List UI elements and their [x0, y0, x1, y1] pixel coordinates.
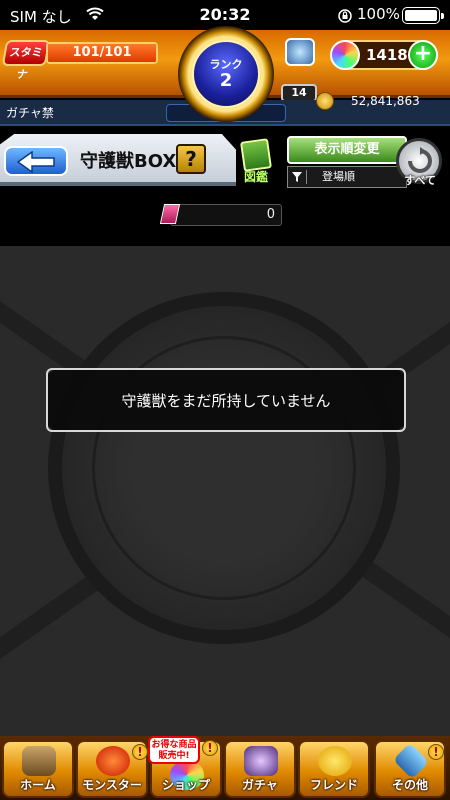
- zukan-button[interactable]: 図鑑: [238, 138, 274, 188]
- dragon-emblem-background: [48, 292, 400, 644]
- add-orb-button[interactable]: +: [408, 40, 438, 70]
- alert-badge: !: [428, 744, 444, 760]
- orb-count: 1418: [366, 46, 408, 64]
- nav-label: ショップ: [161, 778, 210, 792]
- book-icon: [240, 138, 272, 172]
- nav-gacha[interactable]: ガチャ: [224, 740, 296, 798]
- sort-order-button[interactable]: 表示順変更: [287, 136, 407, 164]
- stamina-bar: 101/101: [46, 42, 158, 64]
- box-content-area: [0, 246, 450, 736]
- all-label: すべて: [404, 174, 436, 187]
- gacha-status: ガチャ禁: [6, 106, 54, 120]
- nav-label: ガチャ: [242, 778, 278, 792]
- rank-orb: ランク 2: [192, 40, 260, 108]
- back-button[interactable]: [4, 146, 68, 176]
- battery-icon: [402, 7, 444, 24]
- battery-percent: 100%: [357, 5, 400, 23]
- refresh-icon: [408, 147, 432, 173]
- coin-icon: [316, 92, 334, 110]
- friend-icon: [318, 746, 352, 776]
- alert-badge: !: [132, 744, 148, 760]
- rank-value: 2: [219, 70, 233, 91]
- rank-badge[interactable]: ランク 2: [178, 26, 274, 122]
- nav-label: ホーム: [20, 778, 56, 792]
- nav-friend[interactable]: フレンド: [298, 740, 370, 798]
- nav-label: フレンド: [309, 778, 358, 792]
- orb-counter: 1418 +: [330, 40, 438, 70]
- monster-icon: [96, 746, 130, 776]
- stamina-value: 101/101: [72, 45, 132, 60]
- alert-badge: !: [202, 740, 218, 756]
- filter-icon: [292, 172, 302, 182]
- sort-value: 登場順: [322, 170, 355, 183]
- sale-badge: お得な商品販売中!: [148, 736, 200, 764]
- gacha-icon: [244, 746, 278, 776]
- other-icon: [392, 742, 430, 780]
- empty-message: 守護獣をまだ所持していません: [121, 392, 331, 410]
- gem-icon[interactable]: [285, 38, 315, 66]
- rotation-lock-icon: [338, 8, 352, 27]
- zukan-label: 図鑑: [243, 170, 268, 184]
- nav-monster[interactable]: モンスター !: [76, 740, 148, 798]
- page-title: 守護獣BOX: [80, 151, 177, 172]
- nav-other[interactable]: その他 !: [374, 740, 446, 798]
- nav-label: モンスター: [82, 778, 142, 792]
- nav-home[interactable]: ホーム: [2, 740, 74, 798]
- back-arrow-icon: [16, 151, 55, 173]
- shard-counter: 0: [170, 204, 282, 226]
- divider: [306, 170, 307, 184]
- nav-label: その他: [391, 778, 428, 792]
- shard-count: 0: [266, 207, 275, 222]
- orb-icon: [330, 40, 360, 70]
- sort-filter-select[interactable]: 登場順: [287, 166, 407, 188]
- help-button[interactable]: ?: [176, 144, 206, 174]
- stamina-tag: スタミナ: [1, 40, 51, 81]
- coin-count: 52,841,863: [351, 94, 420, 108]
- home-icon: [22, 746, 56, 776]
